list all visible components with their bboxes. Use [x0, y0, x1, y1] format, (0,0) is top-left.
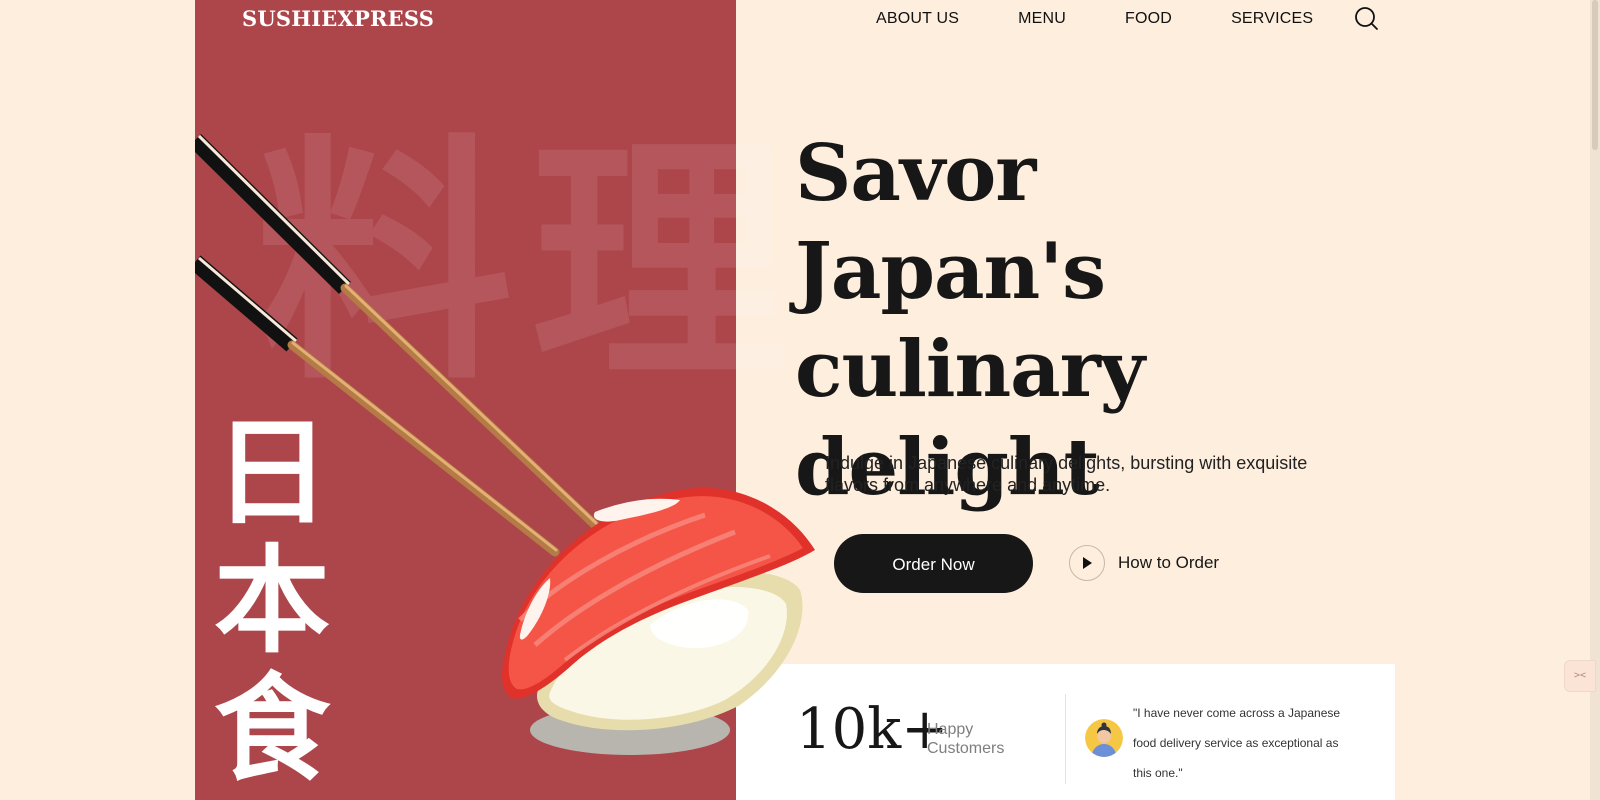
nav-item-services[interactable]: SERVICES: [1231, 10, 1313, 28]
avatar: [1085, 719, 1123, 757]
customer-count-label: Happy Customers: [927, 721, 1005, 757]
order-now-button[interactable]: Order Now: [834, 534, 1033, 593]
vertical-kanji: 日 本 食: [213, 410, 331, 794]
scrollbar-thumb[interactable]: [1592, 0, 1598, 150]
search-icon[interactable]: [1352, 5, 1380, 33]
side-widget-icon[interactable]: ><: [1564, 660, 1596, 692]
play-icon: [1083, 557, 1092, 569]
kanji-char: 本: [214, 534, 330, 669]
how-to-order-link[interactable]: How to Order: [1069, 545, 1219, 581]
nav-item-food[interactable]: FOOD: [1125, 10, 1172, 28]
nav-item-about-us[interactable]: ABOUT US: [876, 10, 959, 28]
hero-title-line: culinary: [795, 324, 1145, 415]
hero-title-line: Savor Japan's: [795, 128, 1106, 317]
testimonial-quote: "I have never come across a Japanese foo…: [1133, 706, 1341, 780]
nav-item-menu[interactable]: MENU: [1018, 10, 1066, 28]
play-button[interactable]: [1069, 545, 1105, 581]
how-to-order-label: How to Order: [1118, 553, 1220, 572]
sushi-illustration: [502, 488, 815, 755]
divider: [1065, 694, 1066, 784]
kanji-char: 日: [214, 406, 330, 541]
kanji-char: 食: [214, 662, 330, 797]
main-nav: ABOUT US MENU FOOD SERVICES: [876, 10, 1372, 28]
brand-logo[interactable]: SUSHIEXPRESS: [242, 6, 434, 31]
hero-subtitle: Indulge in Japanese culinary delights, b…: [825, 453, 1308, 495]
